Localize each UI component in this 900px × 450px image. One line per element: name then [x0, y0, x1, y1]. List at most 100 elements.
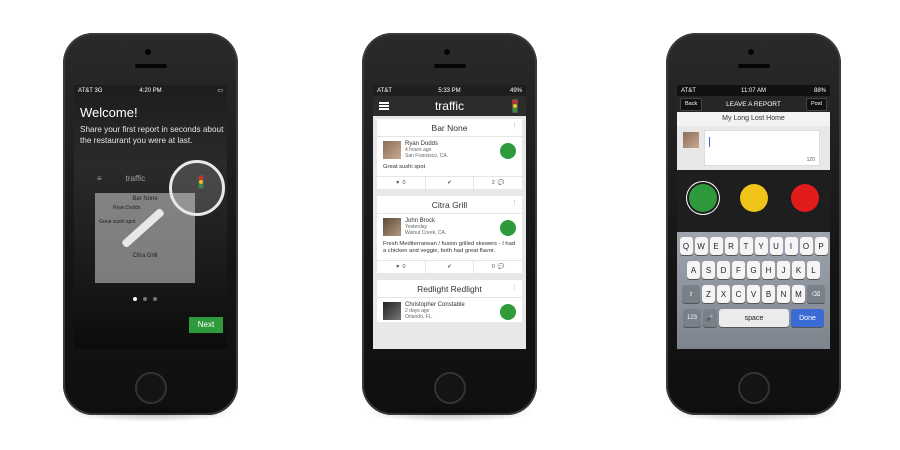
microphone-key-icon[interactable]: 🎤 [703, 309, 717, 327]
more-icon[interactable]: ⋮ [511, 283, 518, 291]
key[interactable]: R [724, 237, 738, 255]
like-button[interactable]: ♥ 0 [377, 260, 426, 273]
report-card[interactable]: Bar None ⋮ Ryan Dodds 4 hours ago San Fr… [377, 119, 522, 189]
report-title: Redlight Redlight [377, 280, 522, 298]
check-icon: ✔ [447, 179, 452, 186]
key[interactable]: G [747, 261, 760, 279]
like-count: 0 [402, 179, 406, 186]
like-button[interactable]: ♥ 0 [377, 176, 426, 189]
comment-button[interactable]: 2 💬 [474, 177, 522, 189]
next-button[interactable]: Next [189, 317, 223, 333]
key[interactable]: I [784, 237, 798, 255]
status-bar: AT&T 11:07 AM 88% [677, 85, 830, 96]
avatar [383, 301, 401, 320]
camera-dot [444, 49, 450, 55]
key[interactable]: V [747, 285, 760, 303]
shift-key-icon[interactable]: ⇧ [682, 285, 700, 303]
author-meta: Christopher Constable 2 days ago Orlando… [405, 302, 465, 320]
speaker-grill [434, 64, 466, 68]
report-card[interactable]: Redlight Redlight ⋮ Christopher Constabl… [377, 279, 522, 322]
red-rating-button[interactable] [790, 184, 819, 212]
key[interactable]: H [762, 261, 775, 279]
key[interactable]: Y [754, 237, 768, 255]
key[interactable]: A [687, 261, 700, 279]
key[interactable]: O [799, 237, 813, 255]
feed-screen: AT&T 5:33 PM 49% traffic Bar None ⋮ Ryan… [373, 85, 526, 349]
welcome-description: Share your first report in seconds about… [80, 125, 224, 145]
page-title: LEAVE A REPORT [726, 100, 781, 108]
menu-icon[interactable] [379, 102, 389, 110]
phone-shadow [365, 404, 535, 422]
report-composer: 120 [677, 126, 830, 170]
key[interactable]: D [717, 261, 730, 279]
avatar [383, 141, 401, 159]
green-rating-button[interactable] [688, 184, 717, 212]
phone-feed: AT&T 5:33 PM 49% traffic Bar None ⋮ Ryan… [362, 33, 537, 415]
key[interactable]: J [777, 261, 790, 279]
status-bar: AT&T 3G 4:20 PM ▭ [74, 85, 227, 96]
post-button[interactable]: Post [805, 98, 827, 111]
rating-selector [677, 184, 830, 212]
home-button[interactable] [135, 372, 167, 404]
done-key[interactable]: Done [791, 309, 824, 327]
heart-icon: ♥ [396, 179, 400, 186]
status-time: 4:20 PM [139, 87, 162, 94]
report-author: Ryan Dodds 4 hours ago San Francisco, CA… [377, 137, 522, 161]
app-header: traffic [373, 96, 526, 116]
author-meta: John Brock Yesterday Walnut Creek, CA. [405, 218, 446, 236]
home-button[interactable] [738, 372, 770, 404]
heart-icon: ♥ [396, 263, 400, 270]
report-title: Bar None [377, 119, 522, 137]
more-icon[interactable]: ⋮ [511, 199, 518, 207]
key[interactable]: X [717, 285, 730, 303]
comment-count: 0 [491, 263, 495, 270]
key[interactable]: S [702, 261, 715, 279]
keyboard-row-4: 123 🎤 space Done [677, 309, 830, 327]
key[interactable]: Q [679, 237, 693, 255]
preview-menu-icon: ≡ [97, 173, 102, 183]
key[interactable]: W [694, 237, 708, 255]
key[interactable]: T [739, 237, 753, 255]
green-status-dot [500, 303, 516, 320]
report-actions: ♥ 0 ✔ 0 💬 [377, 259, 522, 273]
agree-button[interactable]: ✔ [426, 260, 475, 273]
key[interactable]: N [777, 285, 790, 303]
report-card[interactable]: Citra Grill ⋮ John Brock Yesterday Walnu… [377, 195, 522, 273]
avatar [383, 217, 401, 236]
key[interactable]: M [792, 285, 805, 303]
page-indicator[interactable] [133, 297, 157, 301]
key[interactable]: C [732, 285, 745, 303]
comment-button[interactable]: 0 💬 [474, 261, 522, 273]
report-text-input[interactable]: 120 [704, 130, 820, 166]
comment-count: 2 [491, 179, 495, 186]
space-key[interactable]: space [719, 309, 789, 327]
numbers-key[interactable]: 123 [683, 309, 701, 327]
keyboard-row-3: ⇧ Z X C V B N M ⌫ [677, 285, 830, 303]
key[interactable]: P [814, 237, 828, 255]
report-author: John Brock Yesterday Walnut Creek, CA. [377, 214, 522, 238]
page-dot-active [133, 297, 137, 301]
key[interactable]: B [762, 285, 775, 303]
more-icon[interactable]: ⋮ [511, 122, 518, 130]
key[interactable]: Z [702, 285, 715, 303]
backspace-key-icon[interactable]: ⌫ [807, 285, 825, 303]
key[interactable]: E [709, 237, 723, 255]
key[interactable]: K [792, 261, 805, 279]
yellow-rating-button[interactable] [739, 184, 768, 212]
key[interactable]: F [732, 261, 745, 279]
traffic-light-icon[interactable] [512, 99, 518, 113]
agree-button[interactable]: ✔ [426, 176, 475, 189]
nav-bar: Back LEAVE A REPORT Post [677, 96, 830, 112]
speaker-grill [738, 64, 770, 68]
speaker-grill [135, 64, 167, 68]
app-title: traffic [434, 99, 465, 113]
back-button[interactable]: Back [680, 98, 703, 111]
comment-icon: 💬 [497, 263, 505, 270]
page-dot [143, 297, 147, 301]
key[interactable]: U [769, 237, 783, 255]
keyboard-row-2: A S D F G H J K L [677, 261, 830, 279]
check-icon: ✔ [447, 263, 452, 270]
phone-shadow [669, 404, 839, 422]
home-button[interactable] [434, 372, 466, 404]
key[interactable]: L [807, 261, 820, 279]
